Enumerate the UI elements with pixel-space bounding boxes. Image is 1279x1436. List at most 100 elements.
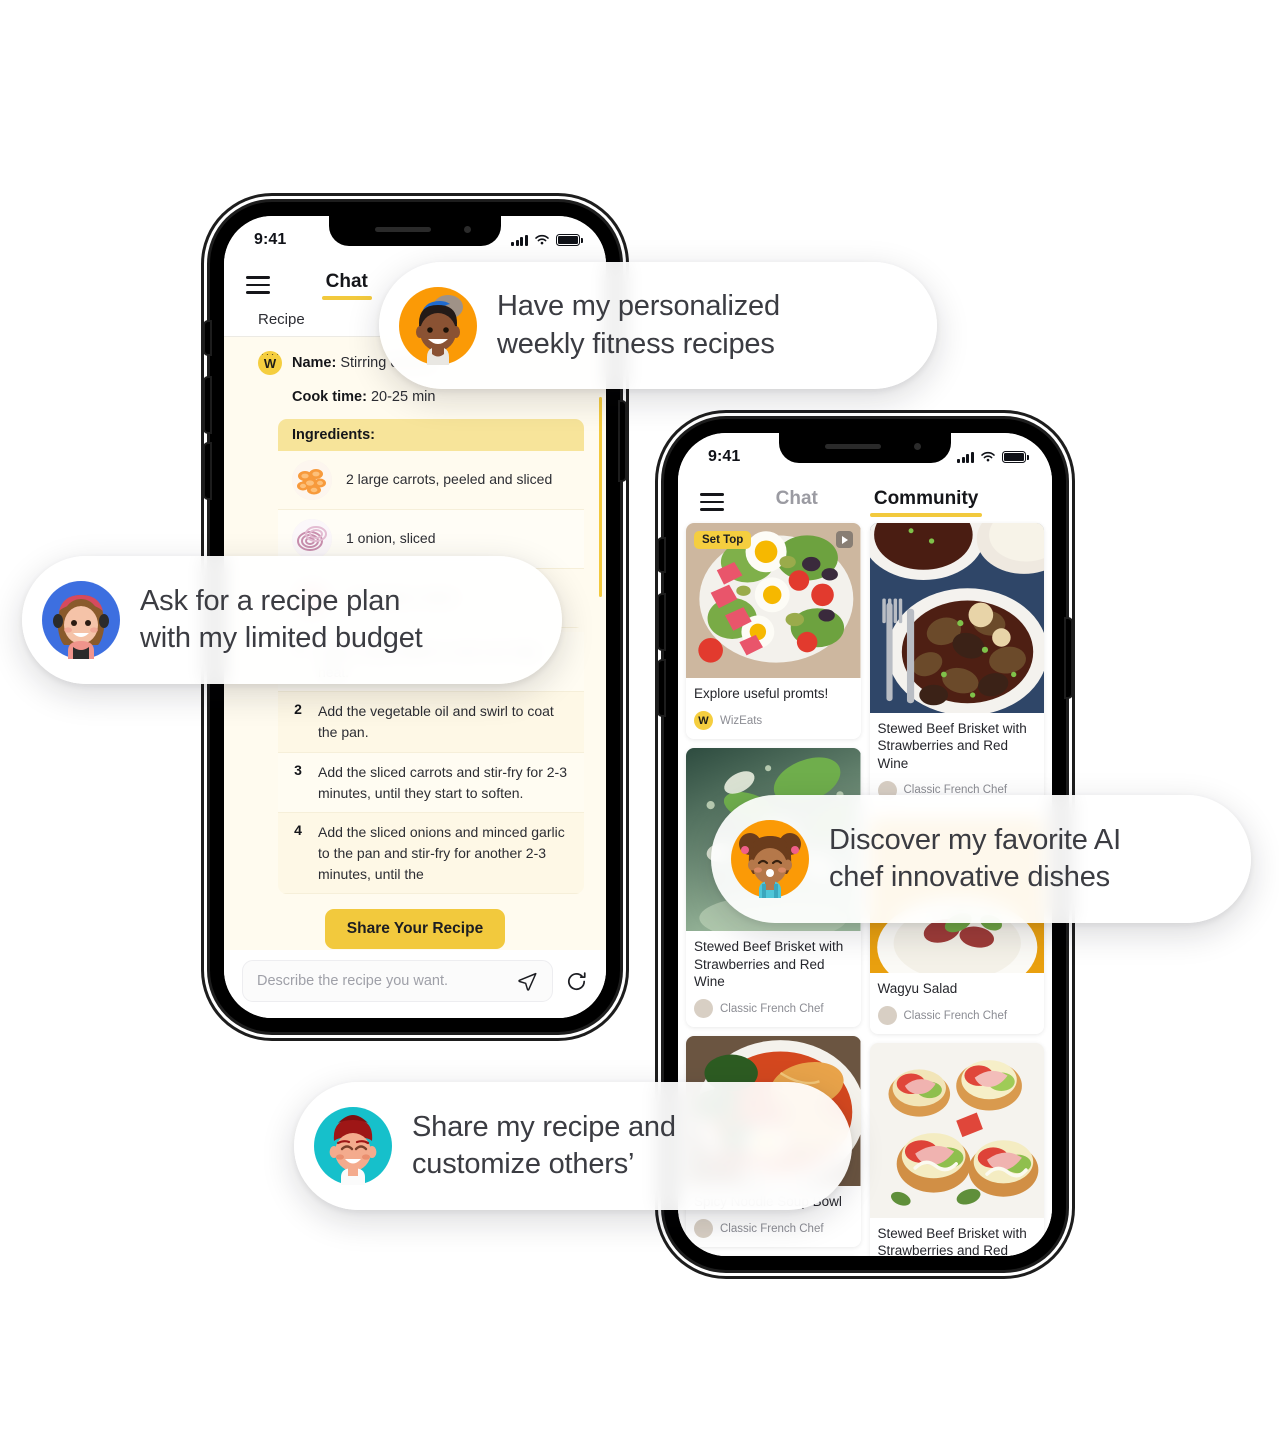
cook-time-label: Cook time: (292, 389, 367, 405)
chef-avatar-teal (314, 1107, 392, 1185)
prompt-bubble-text: Ask for a recipe plan with my limited bu… (140, 584, 423, 654)
share-recipe-area: Share Your Recipe (224, 894, 606, 950)
beef-stew-mushrooms-photo (869, 523, 1044, 716)
phone2-app-nav: Chat Community (678, 475, 1052, 521)
girl-avatar-orange (731, 820, 809, 898)
phone1-notch (329, 216, 501, 246)
feed-card-meta: Wagyu Salad Classic French Chef (870, 973, 1045, 1034)
phone1-volume-up[interactable] (205, 378, 210, 432)
feed-card-author[interactable]: Classic French Chef (694, 1219, 853, 1239)
prompt-bubble-share-recipe[interactable]: Share my recipe and customize others’ (294, 1082, 852, 1210)
recipe-name-label: Name: (292, 355, 337, 371)
feed-card-author[interactable]: W WizEats (694, 711, 853, 731)
phone2-volume-down[interactable] (659, 661, 664, 715)
woman-avatar-blue (42, 581, 120, 659)
wizeats-logo-avatar: W (258, 351, 282, 375)
step-number: 4 (294, 822, 302, 839)
phone1-mute-switch[interactable] (205, 322, 210, 354)
sliced-carrots-photo (292, 460, 332, 500)
subtab-recipe[interactable]: Recipe (258, 311, 305, 328)
status-time: 9:41 (708, 448, 741, 465)
feed-card-title: Wagyu Salad (877, 980, 958, 996)
feed-card-author-name: Classic French Chef (903, 1009, 1008, 1022)
boy-avatar-orange (399, 286, 477, 365)
recipe-input[interactable] (257, 973, 509, 989)
wifi-icon (535, 234, 549, 245)
chef-avatar (877, 1006, 897, 1026)
phone2-tab-bar: Chat Community (724, 488, 1030, 517)
status-time: 9:41 (254, 231, 287, 248)
earpiece-speaker (375, 227, 431, 232)
battery-full-icon (556, 234, 583, 246)
phone2-power-button[interactable] (1066, 619, 1071, 697)
ingredient-text: 1 onion, sliced (346, 530, 436, 547)
front-camera (914, 443, 921, 450)
feed-card[interactable]: Stewed Beef Brisket with Strawberries an… (869, 523, 1044, 809)
send-paper-plane-icon[interactable] (517, 971, 538, 992)
prompt-bubble-text: Have my personalized weekly fitness reci… (497, 290, 780, 360)
phone1-power-button[interactable] (620, 402, 625, 480)
feed-card-author-name: Classic French Chef (720, 1002, 824, 1015)
feed-card-meta: Stewed Beef Brisket with Strawberries an… (870, 1218, 1045, 1256)
feed-card-title: Stewed Beef Brisket with Strawberries an… (694, 939, 844, 989)
feed-card-title: Stewed Beef Brisket with Strawberries an… (877, 1226, 1027, 1256)
prompt-bubble-fitness-recipes[interactable]: Have my personalized weekly fitness reci… (379, 262, 937, 389)
step-text: Add the sliced onions and minced garlic … (318, 824, 565, 882)
earpiece-speaker (825, 444, 881, 449)
ingredient-row: 2 large carrots, peeled and sliced (278, 451, 584, 510)
cellular-bars-icon (957, 451, 974, 463)
phone2-notch (779, 433, 951, 463)
prompt-bubble-budget-plan[interactable]: Ask for a recipe plan with my limited bu… (22, 556, 562, 684)
hamburger-menu-icon[interactable] (700, 488, 724, 516)
step-row: 2 Add the vegetable oil and swirl to coa… (278, 692, 584, 753)
front-camera (464, 226, 471, 233)
hamburger-menu-icon[interactable] (246, 271, 270, 299)
wizeats-logo-avatar: W (694, 711, 713, 731)
step-number: 3 (294, 761, 302, 778)
feed-card-title: Stewed Beef Brisket with Strawberries an… (877, 721, 1027, 771)
feed-card-author[interactable]: Classic French Chef (877, 1006, 1037, 1026)
chef-avatar (694, 999, 713, 1019)
feed-card-meta: Stewed Beef Brisket with Strawberries an… (686, 931, 861, 1027)
status-icons (511, 234, 583, 246)
step-text: Add the sliced carrots and stir-fry for … (318, 763, 567, 801)
step-number: 2 (294, 701, 302, 718)
cook-time-value: 20-25 min (370, 389, 436, 405)
cellular-bars-icon (511, 234, 528, 246)
phone2-volume-up[interactable] (659, 595, 664, 649)
refresh-icon[interactable] (565, 970, 588, 993)
nicoise-salad-tuna-egg-photo: Set Top (686, 523, 861, 681)
feed-card-title: Explore useful promts! (694, 686, 829, 701)
share-your-recipe-button[interactable]: Share Your Recipe (324, 909, 506, 950)
wifi-icon (981, 451, 995, 462)
tab-community[interactable]: Community (869, 488, 982, 517)
feed-card-meta: Explore useful promts! W WizEats (686, 678, 861, 739)
recipe-input-field[interactable] (242, 960, 553, 1002)
feed-card-author-name: Classic French Chef (720, 1222, 824, 1235)
prompt-bubble-ai-chef-dishes[interactable]: Discover my favorite AI chef innovative … (711, 795, 1251, 923)
step-text: Add the vegetable oil and swirl to coat … (318, 703, 554, 741)
step-row: 3 Add the sliced carrots and stir-fry fo… (278, 752, 584, 814)
tab-chat[interactable]: Chat (321, 271, 373, 300)
chat-scrollbar[interactable] (599, 397, 602, 597)
open-sandwiches-ham-tomato-photo (869, 1043, 1044, 1221)
prompt-bubble-text: Discover my favorite AI chef innovative … (829, 823, 1121, 893)
sliced-onion-photo (292, 519, 332, 559)
chef-avatar (694, 1219, 713, 1239)
battery-full-icon (1002, 451, 1029, 463)
status-icons (957, 451, 1029, 463)
step-row: 4 Add the sliced onions and minced garli… (278, 813, 584, 895)
play-icon[interactable] (835, 531, 853, 548)
mockup-stage: 9:41 Chat Recipe W Name: Stirring carrot… (0, 0, 1279, 1436)
feed-card[interactable]: Stewed Beef Brisket with Strawberries an… (869, 1043, 1045, 1256)
set-top-badge: Set Top (694, 531, 752, 549)
phone2-mute-switch[interactable] (659, 539, 664, 571)
ingredients-heading: Ingredients: (278, 419, 584, 451)
feed-card[interactable]: Set Top Explore useful promts! W WizEats (686, 523, 861, 740)
phone1-volume-down[interactable] (205, 444, 210, 498)
prompt-bubble-text: Share my recipe and customize others’ (412, 1110, 676, 1180)
feed-card-author-name: WizEats (720, 714, 763, 727)
feed-card-author[interactable]: Classic French Chef (694, 999, 853, 1019)
ingredient-text: 2 large carrots, peeled and sliced (346, 471, 553, 488)
tab-chat[interactable]: Chat (776, 488, 818, 517)
